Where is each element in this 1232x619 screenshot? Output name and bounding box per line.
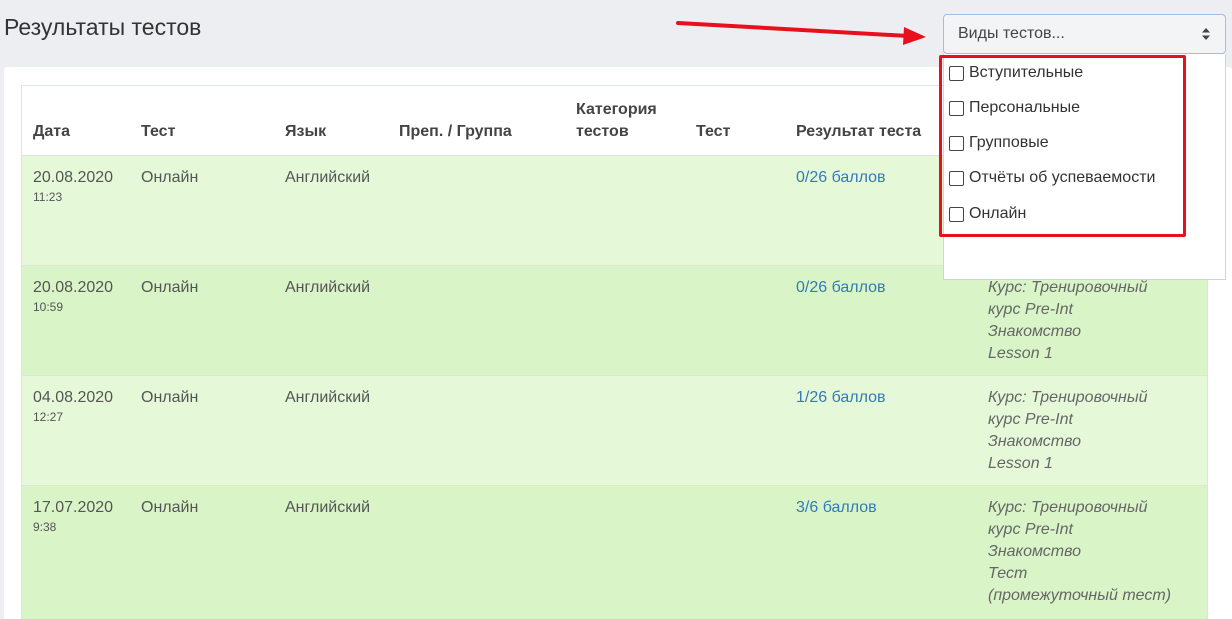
- comment-line: курс Pre-Int: [988, 520, 1073, 538]
- cell-comment: Курс: Тренировочный курс Pre-Int Знакомств…: [977, 264, 1207, 375]
- cell-test-name: [685, 154, 785, 265]
- checkbox-group[interactable]: [949, 135, 964, 151]
- option-personal[interactable]: Персональные: [949, 97, 1080, 119]
- cell-test-name: [685, 484, 785, 619]
- comment-line: Знакомство: [988, 322, 1081, 340]
- cell-result: 1/26 баллов: [785, 374, 977, 485]
- time-text: 10:59: [33, 299, 64, 314]
- cell-language: Английский: [274, 154, 388, 265]
- col-header-category[interactable]: Категория тестов: [565, 86, 685, 156]
- table-row: 04.08.2020 12:27 Онлайн Английский 1/26 балл…: [22, 374, 1207, 485]
- cell-language: Английский: [274, 374, 388, 485]
- cell-category: [565, 154, 685, 265]
- cell-category: [565, 484, 685, 619]
- option-group[interactable]: Групповые: [949, 132, 1049, 154]
- comment-line: Знакомство: [988, 432, 1081, 450]
- cell-teacher-group: [388, 374, 565, 485]
- result-link[interactable]: 0/26 баллов: [796, 169, 886, 186]
- col-header-test-name[interactable]: Тест: [685, 86, 785, 156]
- date-text: 20.08.2020: [33, 278, 114, 296]
- cell-test-name: [685, 264, 785, 375]
- annotation-arrow: [676, 21, 926, 45]
- test-type-select-label: Виды тестов...: [958, 25, 1065, 42]
- option-online-label: Онлайн: [969, 205, 1027, 222]
- cell-test: Онлайн: [130, 484, 274, 619]
- comment-line: Lesson 1: [988, 344, 1053, 362]
- comment-line: Lesson 1: [988, 454, 1053, 472]
- test-type-select[interactable]: Виды тестов...: [943, 14, 1226, 54]
- cell-result: 0/26 баллов: [785, 264, 977, 375]
- cell-date: 04.08.2020 12:27: [22, 374, 130, 485]
- date-text: 04.08.2020: [33, 388, 114, 406]
- cell-category: [565, 264, 685, 375]
- table-row: 20.08.2020 10:59 Онлайн Английский 0/26 балл…: [22, 264, 1207, 375]
- option-group-label: Групповые: [969, 134, 1049, 151]
- table-row: 17.07.2020 9:38 Онлайн Английский 3/6 баллов…: [22, 484, 1207, 619]
- cell-date: 20.08.2020 11:23: [22, 154, 130, 265]
- result-link[interactable]: 1/26 баллов: [796, 389, 886, 406]
- cell-date: 20.08.2020 10:59: [22, 264, 130, 375]
- cell-comment: Курс: Тренировочный курс Pre-Int Знакомств…: [977, 374, 1207, 485]
- comment-line: курс Pre-Int: [988, 300, 1073, 318]
- checkbox-personal[interactable]: [949, 100, 964, 116]
- option-entrance-label: Вступительные: [969, 64, 1084, 81]
- cell-category: [565, 374, 685, 485]
- page-title: Результаты тестов: [4, 14, 202, 40]
- cell-teacher-group: [388, 484, 565, 619]
- time-text: 12:27: [33, 409, 64, 424]
- comment-line: (промежуточный тест): [988, 586, 1172, 604]
- col-header-language[interactable]: Язык: [274, 86, 388, 156]
- cell-comment: Курс: Тренировочный курс Pre-Int Знакомств…: [977, 484, 1207, 619]
- option-personal-label: Персональные: [969, 99, 1081, 116]
- time-text: 9:38: [33, 519, 57, 534]
- cell-language: Английский: [274, 484, 388, 619]
- comment-line: Знакомство: [988, 542, 1081, 560]
- comment-line: Курс: Тренировочный: [988, 498, 1148, 516]
- cell-test-name: [685, 374, 785, 485]
- result-link[interactable]: 3/6 баллов: [796, 499, 877, 516]
- result-link[interactable]: 0/26 баллов: [796, 279, 886, 296]
- cell-teacher-group: [388, 264, 565, 375]
- cell-test: Онлайн: [130, 154, 274, 265]
- option-entrance[interactable]: Вступительные: [949, 62, 1083, 84]
- checkbox-online[interactable]: [949, 206, 964, 222]
- option-online[interactable]: Онлайн: [949, 203, 1026, 225]
- option-progress-reports-label: Отчёты об успеваемости: [969, 169, 1156, 186]
- cell-result: 3/6 баллов: [785, 484, 977, 619]
- time-text: 11:23: [33, 189, 63, 204]
- date-text: 17.07.2020: [33, 498, 114, 516]
- checkbox-entrance[interactable]: [949, 65, 964, 81]
- comment-line: Курс: Тренировочный: [988, 388, 1148, 406]
- cell-test: Онлайн: [130, 264, 274, 375]
- col-header-test[interactable]: Тест: [130, 86, 274, 156]
- option-progress-reports[interactable]: Отчёты об успеваемости: [949, 167, 1155, 189]
- col-header-teacher-group[interactable]: Преп. / Группа: [388, 86, 565, 156]
- date-text: 20.08.2020: [33, 168, 114, 186]
- cell-date: 17.07.2020 9:38: [22, 484, 130, 619]
- checkbox-progress-reports[interactable]: [949, 170, 964, 186]
- cell-language: Английский: [274, 264, 388, 375]
- comment-line: Тест: [988, 564, 1028, 582]
- cell-teacher-group: [388, 154, 565, 265]
- cell-test: Онлайн: [130, 374, 274, 485]
- sort-arrows-icon: [1202, 28, 1210, 40]
- col-header-date[interactable]: Дата: [22, 86, 130, 156]
- comment-line: курс Pre-Int: [988, 410, 1073, 428]
